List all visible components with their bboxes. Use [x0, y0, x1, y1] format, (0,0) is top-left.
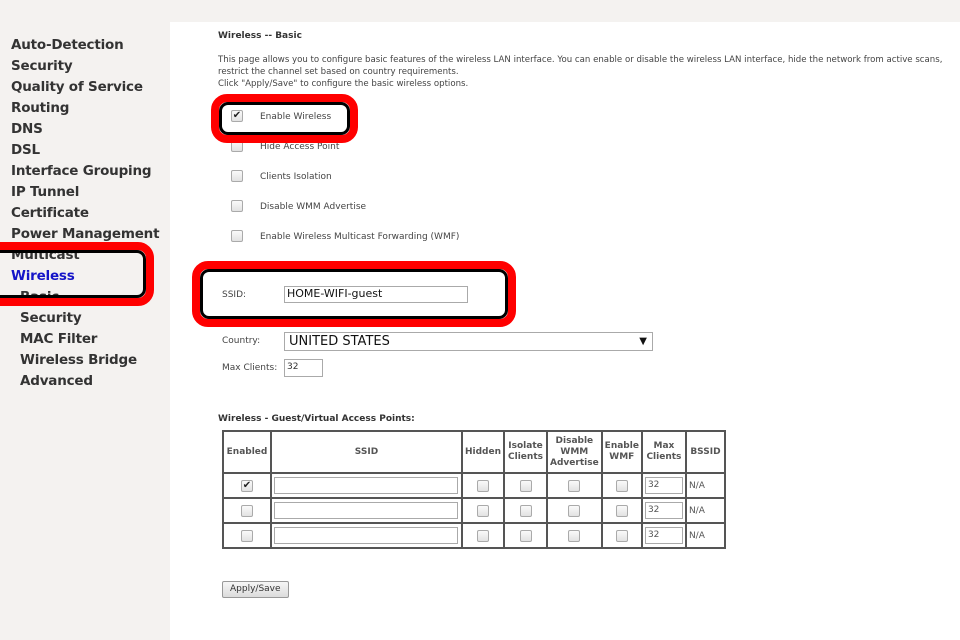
enabled-checkbox[interactable] — [241, 504, 253, 517]
clients-isolation-label: Clients Isolation — [260, 172, 332, 182]
enable-wireless-checkbox[interactable]: ✔ — [231, 110, 243, 122]
nav-dsl[interactable]: DSL — [11, 142, 40, 158]
disable-wmm-checkbox[interactable] — [568, 479, 581, 492]
country-label: Country: — [222, 336, 261, 346]
table-row: 32 N/A — [222, 522, 726, 549]
col-enable-wmf: Enable WMF — [600, 430, 643, 474]
nav-wireless-security[interactable]: Security — [20, 310, 82, 326]
guest-ssid-input[interactable] — [274, 527, 458, 544]
col-ssid: SSID — [270, 430, 463, 474]
guest-ssid-input[interactable] — [274, 502, 458, 519]
col-disable-wmm: Disable WMM Advertise — [546, 430, 603, 474]
ssid-input[interactable]: HOME-WIFI-guest — [284, 286, 468, 303]
max-clients-input[interactable]: 32 — [284, 359, 323, 377]
page-title: Wireless -- Basic — [218, 31, 302, 41]
nav-advanced[interactable]: Advanced — [20, 373, 93, 389]
nav-routing[interactable]: Routing — [11, 100, 69, 116]
bssid-value: N/A — [684, 472, 726, 499]
sidebar: Auto-Detection Security Quality of Servi… — [0, 0, 170, 640]
hidden-checkbox[interactable] — [477, 504, 489, 517]
nav-ip-tunnel[interactable]: IP Tunnel — [11, 184, 79, 200]
nav-multicast[interactable]: Multicast — [11, 247, 80, 263]
max-clients-label: Max Clients: — [222, 363, 278, 373]
enable-wmf-checkbox[interactable] — [615, 504, 628, 517]
nav-qos[interactable]: Quality of Service — [11, 79, 143, 95]
disable-wmm-checkbox[interactable] — [231, 200, 243, 212]
nav-mac-filter[interactable]: MAC Filter — [20, 331, 97, 347]
disable-wmm-label: Disable WMM Advertise — [260, 202, 367, 212]
hide-access-point-label: Hide Access Point — [260, 142, 340, 152]
enable-wmf-checkbox[interactable] — [615, 529, 628, 542]
col-hidden: Hidden — [460, 430, 506, 474]
nav-certificate[interactable]: Certificate — [11, 205, 89, 221]
ssid-label: SSID: — [222, 290, 247, 300]
isolate-checkbox[interactable] — [519, 479, 532, 492]
page-description-2: restrict the channel set based on countr… — [218, 67, 459, 77]
enable-wmf-label: Enable Wireless Multicast Forwarding (WM… — [260, 232, 460, 242]
nav-wireless[interactable]: Wireless — [11, 268, 75, 284]
nav-power-management[interactable]: Power Management — [11, 226, 160, 242]
disable-wmm-checkbox[interactable] — [568, 529, 581, 542]
hide-access-point-checkbox[interactable] — [231, 140, 243, 152]
guest-ap-title: Wireless - Guest/Virtual Access Points: — [218, 414, 415, 424]
enabled-checkbox[interactable] — [241, 529, 253, 542]
table-row: ✔ 32 N/A — [222, 472, 726, 499]
col-isolate: Isolate Clients — [503, 430, 549, 474]
max-clients-input[interactable]: 32 — [644, 502, 683, 519]
col-max-clients: Max Clients — [640, 430, 687, 474]
guest-ssid-input[interactable] — [274, 477, 458, 494]
apply-save-button[interactable]: Apply/Save — [222, 581, 289, 598]
guest-ap-table: Enabled SSID Hidden Isolate Clients Disa… — [222, 430, 726, 549]
bssid-value: N/A — [684, 497, 726, 524]
table-header: Enabled SSID Hidden Isolate Clients Disa… — [222, 430, 726, 474]
country-select[interactable]: UNITED STATES ▼ — [284, 332, 653, 351]
chevron-down-icon: ▼ — [639, 336, 647, 347]
hidden-checkbox[interactable] — [477, 479, 489, 492]
page-description-3: Click "Apply/Save" to configure the basi… — [218, 79, 469, 89]
col-enabled: Enabled — [222, 430, 272, 474]
table-row: 32 N/A — [222, 497, 726, 524]
bssid-value: N/A — [684, 522, 726, 549]
isolate-checkbox[interactable] — [519, 504, 532, 517]
nav-interface-grouping[interactable]: Interface Grouping — [11, 163, 152, 179]
col-bssid: BSSID — [684, 430, 726, 474]
nav-auto-detection[interactable]: Auto-Detection — [11, 37, 124, 53]
nav-wireless-bridge[interactable]: Wireless Bridge — [20, 352, 137, 368]
hidden-checkbox[interactable] — [477, 529, 489, 542]
clients-isolation-checkbox[interactable] — [231, 170, 243, 182]
nav-dns[interactable]: DNS — [11, 121, 43, 137]
max-clients-input[interactable]: 32 — [644, 527, 683, 544]
nav-security[interactable]: Security — [11, 58, 73, 74]
enable-wmf-checkbox[interactable] — [231, 230, 243, 242]
page-description: This page allows you to configure basic … — [218, 55, 943, 65]
country-value: UNITED STATES — [289, 334, 390, 349]
enabled-checkbox[interactable]: ✔ — [241, 479, 253, 492]
isolate-checkbox[interactable] — [519, 529, 532, 542]
nav-wireless-basic[interactable]: Basic — [20, 289, 59, 305]
enable-wmf-checkbox[interactable] — [615, 479, 628, 492]
disable-wmm-checkbox[interactable] — [568, 504, 581, 517]
enable-wireless-label: Enable Wireless — [260, 112, 332, 122]
max-clients-input[interactable]: 32 — [644, 477, 683, 494]
